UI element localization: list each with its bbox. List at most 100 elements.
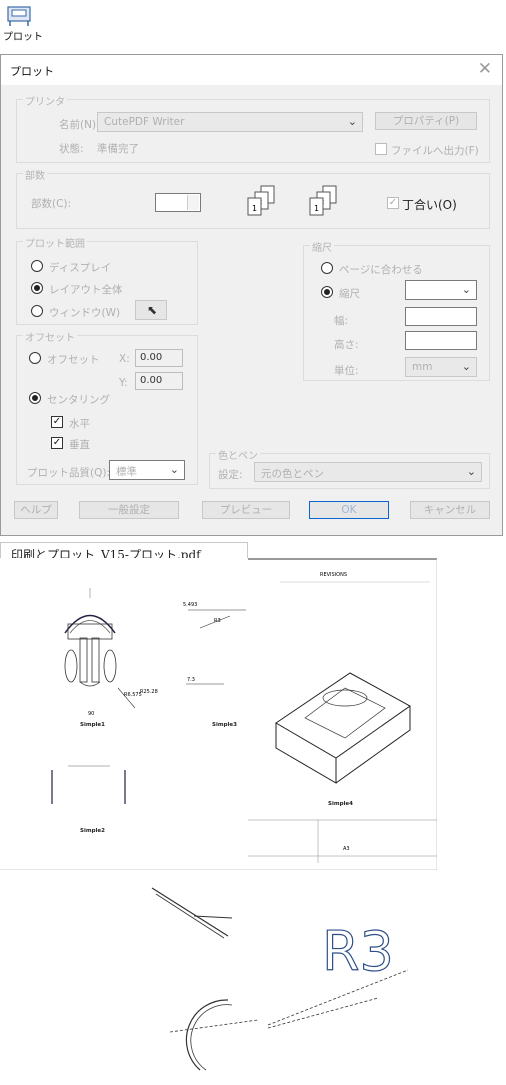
zoom-r3-label: R3	[322, 920, 394, 983]
offset-radio[interactable]	[29, 352, 41, 364]
dialog-title: プロット	[10, 65, 54, 78]
printer-name-value: CutePDF Writer	[104, 116, 185, 128]
vertical-label: 垂直	[69, 439, 90, 451]
chevron-down-icon: ⌄	[347, 115, 357, 128]
offset-x-value: 0.00	[140, 352, 163, 363]
svg-text:5.493: 5.493	[183, 602, 197, 608]
svg-text:A3: A3	[343, 846, 350, 852]
revisions-header: REVISIONS	[320, 572, 347, 578]
general-settings-button[interactable]: 一般設定	[79, 501, 179, 519]
svg-text:7.3: 7.3	[187, 677, 195, 683]
ok-button[interactable]: OK	[309, 501, 389, 519]
unit-value: mm	[412, 361, 433, 373]
svg-text:1: 1	[314, 204, 319, 213]
sheet-background	[0, 558, 437, 870]
svg-text:R3: R3	[214, 618, 221, 624]
horizontal-label: 水平	[69, 418, 90, 430]
collate-pages-icon: 3 2 1	[247, 185, 275, 216]
unit-label: 単位:	[334, 365, 359, 377]
plot-range-group: プロット範囲 ディスプレイ レイアウト全体 ウィンドウ(W) ⬉	[16, 235, 198, 325]
help-button[interactable]: ヘルプ	[14, 501, 58, 519]
svg-text:R25.28: R25.28	[140, 689, 158, 695]
svg-text:1: 1	[252, 204, 257, 213]
range-window-label: ウィンドウ(W)	[49, 307, 121, 319]
plot-quality-value: 標準	[116, 466, 137, 478]
height-field[interactable]	[405, 331, 477, 350]
width-field[interactable]	[405, 307, 477, 326]
offset-y-value: 0.00	[140, 375, 163, 386]
printer-status-value: 準備完了	[97, 143, 139, 155]
offset-y-field[interactable]: 0.00	[135, 372, 183, 390]
plot-button-label: プロット	[3, 32, 43, 43]
zoom-center-line-2	[267, 997, 379, 1029]
horizontal-checkbox[interactable]: ✓	[51, 416, 63, 428]
zoom-center-line-3	[169, 1019, 259, 1033]
collate-checkbox[interactable]: ✓	[387, 197, 399, 209]
pen-group: 色とペン 設定: 元の色とペン ⌄	[209, 447, 490, 489]
zoom-line-1	[151, 887, 229, 937]
pen-setting-label: 設定:	[218, 469, 243, 481]
copies-count-label: 部数(C):	[31, 198, 72, 210]
copies-group: 部数 部数(C): 1 3 2 1 3 2 1 ✓ 丁合い(O)	[16, 167, 490, 229]
printer-name-select[interactable]: CutePDF Writer ⌄	[97, 112, 363, 132]
chevron-down-icon: ⌄	[461, 283, 471, 296]
copies-count-value: 1	[160, 196, 167, 207]
copies-group-label: 部数	[23, 167, 47, 182]
offset-group-label: オフセット	[23, 329, 77, 344]
pen-setting-select[interactable]: 元の色とペン ⌄	[254, 462, 482, 482]
pick-window-button[interactable]: ⬉	[135, 300, 167, 320]
range-window-radio[interactable]	[31, 305, 43, 317]
printer-group: プリンタ 名前(N): CutePDF Writer ⌄ プロパティ(P) 状態…	[16, 93, 490, 163]
fit-page-radio[interactable]	[321, 262, 333, 274]
collate-pages-icon-2: 3 2 1	[309, 185, 337, 216]
plot-quality-select[interactable]: 標準 ⌄	[109, 460, 185, 480]
print-to-file-checkbox[interactable]	[375, 143, 387, 155]
range-layout-label: レイアウト全体	[49, 284, 123, 296]
scale-option-label: 縮尺	[339, 288, 360, 300]
drawing-sheet: REVISIONS R6.575 R25.28 90 Simple1 5.493…	[0, 558, 437, 870]
dialog-titlebar: プロット ✕	[1, 55, 502, 85]
plot-quality-label: プロット品質(Q):	[27, 467, 110, 479]
unit-select[interactable]: mm ⌄	[405, 357, 477, 377]
pdf-sheet-preview: REVISIONS R6.575 R25.28 90 Simple1 5.493…	[0, 558, 437, 870]
print-to-file-label: ファイルへ出力(F)	[391, 145, 479, 157]
cursor-icon: ⬉	[147, 303, 158, 317]
close-icon[interactable]: ✕	[478, 59, 492, 79]
pen-setting-value: 元の色とペン	[261, 468, 324, 480]
view-label-simple2: Simple2	[80, 828, 105, 834]
vertical-checkbox[interactable]: ✓	[51, 437, 63, 449]
zoom-arc-inner	[190, 1004, 233, 1071]
pen-group-label: 色とペン	[216, 447, 260, 462]
printer-status-label: 状態:	[59, 143, 84, 155]
spinner-arrows-icon[interactable]	[187, 195, 199, 210]
range-display-label: ディスプレイ	[49, 262, 112, 274]
svg-text:90: 90	[88, 711, 94, 717]
center-option-label: センタリング	[47, 394, 110, 406]
cancel-button[interactable]: キャンセル	[410, 501, 490, 519]
scale-select[interactable]: ⌄	[405, 280, 477, 300]
plot-button[interactable]: プロット	[0, 0, 43, 44]
width-label: 幅:	[334, 315, 349, 327]
preview-button[interactable]: プレビュー	[202, 501, 290, 519]
printer-group-label: プリンタ	[23, 93, 67, 108]
offset-y-label: Y:	[119, 377, 128, 389]
scale-radio[interactable]	[321, 286, 333, 298]
offset-x-field[interactable]: 0.00	[135, 349, 183, 367]
scale-group-label: 縮尺	[310, 239, 334, 254]
chevron-down-icon: ⌄	[466, 465, 476, 478]
range-layout-radio[interactable]	[31, 282, 43, 294]
properties-button[interactable]: プロパティ(P)	[375, 112, 477, 130]
scale-group: 縮尺 ページに合わせる 縮尺 ⌄ 幅: 高さ: 単位: mm ⌄	[303, 239, 490, 381]
copies-count-spinner[interactable]: 1	[155, 193, 201, 212]
height-label: 高さ:	[334, 339, 359, 351]
printer-name-label: 名前(N):	[59, 119, 100, 131]
view-label-simple1: Simple1	[80, 722, 105, 728]
fit-page-label: ページに合わせる	[339, 264, 423, 276]
view-label-simple3: Simple3	[212, 722, 237, 728]
collate-label: 丁合い(O)	[402, 198, 457, 212]
plotter-icon	[7, 6, 31, 26]
zoom-line-2	[155, 893, 225, 939]
center-radio[interactable]	[29, 392, 41, 404]
range-display-radio[interactable]	[31, 260, 43, 272]
plot-dialog: プロット ✕ プリンタ 名前(N): CutePDF Writer ⌄ プロパテ…	[0, 54, 503, 536]
